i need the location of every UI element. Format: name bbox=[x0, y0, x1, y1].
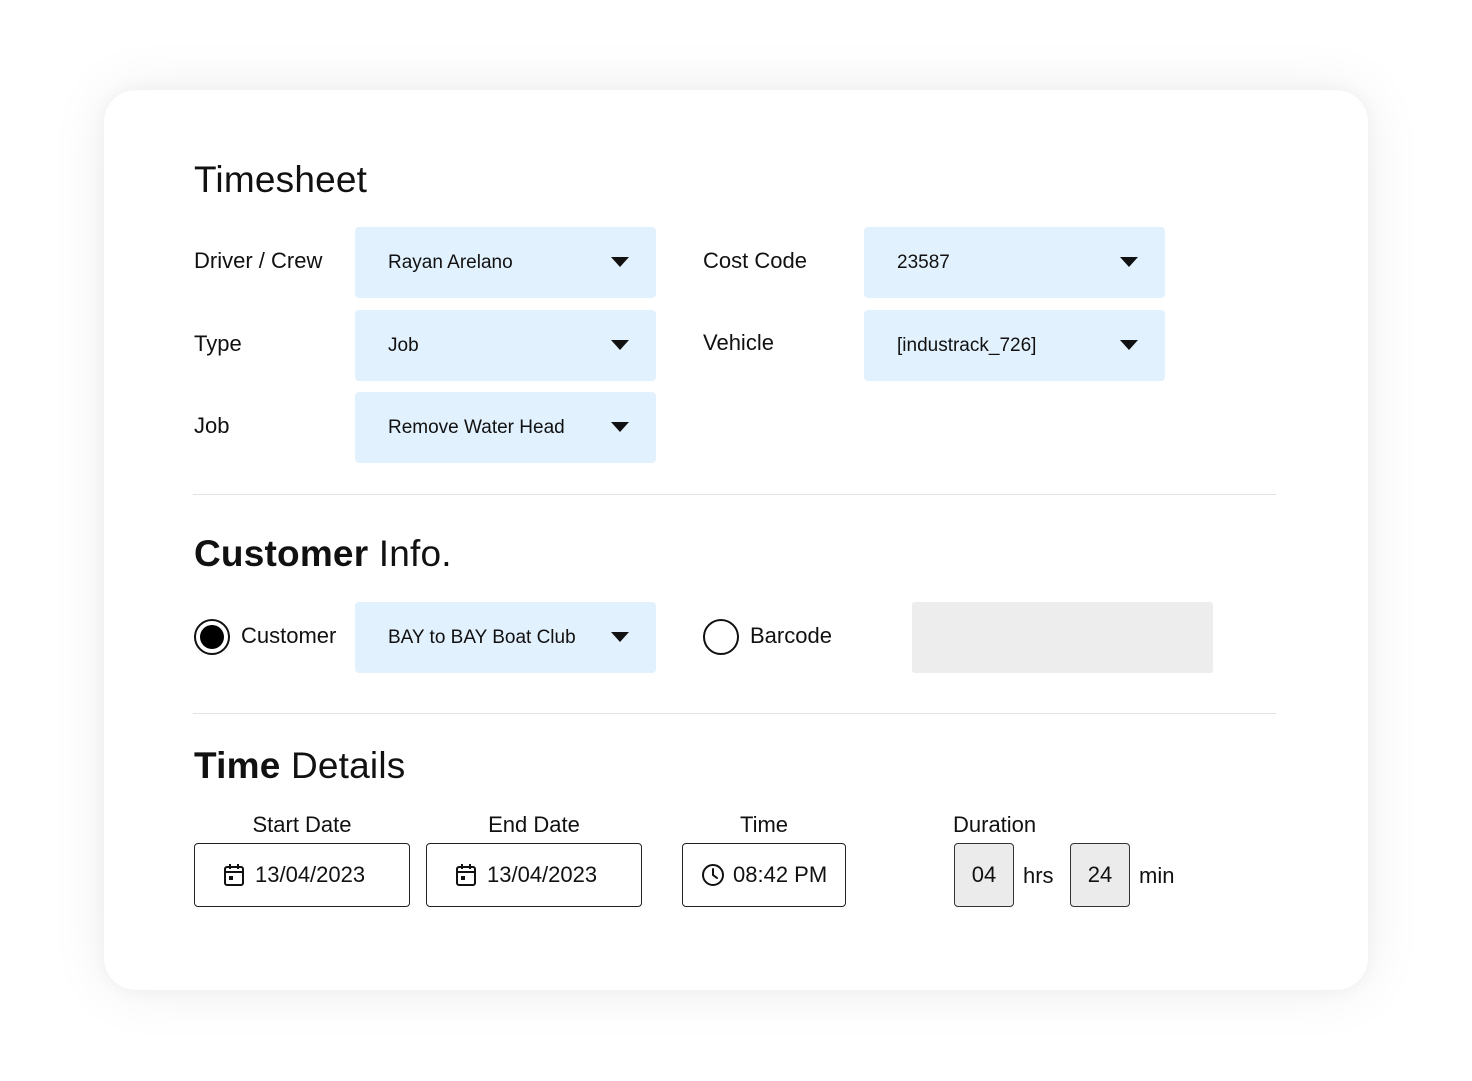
chevron-down-icon bbox=[611, 632, 629, 642]
minutes-unit-label: min bbox=[1139, 863, 1175, 888]
calendar-icon bbox=[456, 864, 476, 886]
hours-unit-label: hrs bbox=[1023, 863, 1054, 888]
customer-info-title-rest: Info. bbox=[368, 533, 452, 574]
customer-radio-label[interactable]: Customer bbox=[241, 625, 336, 647]
time-details-title-bold: Time bbox=[194, 745, 281, 786]
time-label: Time bbox=[739, 812, 789, 837]
vehicle-select[interactable]: [industrack_726] bbox=[864, 310, 1165, 381]
section-divider bbox=[193, 713, 1276, 714]
start-date-label: Start Date bbox=[252, 812, 352, 837]
type-label: Type bbox=[194, 331, 242, 356]
cost-code-select[interactable]: 23587 bbox=[864, 227, 1165, 298]
chevron-down-icon bbox=[1120, 257, 1138, 267]
barcode-input[interactable] bbox=[912, 602, 1213, 673]
job-value: Remove Water Head bbox=[388, 417, 565, 438]
time-value: 08:42 PM bbox=[733, 862, 828, 887]
clock-icon bbox=[702, 864, 724, 886]
end-date-value: 13/04/2023 bbox=[487, 862, 598, 887]
driver-crew-label: Driver / Crew bbox=[194, 248, 323, 273]
barcode-radio[interactable] bbox=[703, 619, 739, 655]
customer-radio[interactable] bbox=[194, 619, 230, 655]
end-date-field[interactable]: 13/04/2023 bbox=[426, 843, 642, 907]
chevron-down-icon bbox=[611, 422, 629, 432]
customer-info-title: Customer Info. bbox=[194, 535, 452, 572]
start-date-value: 13/04/2023 bbox=[255, 862, 366, 887]
driver-crew-value: Rayan Arelano bbox=[388, 252, 513, 273]
duration-hours-input[interactable]: 04 bbox=[954, 843, 1014, 907]
customer-value: BAY to BAY Boat Club bbox=[388, 627, 576, 648]
cost-code-label: Cost Code bbox=[703, 248, 807, 273]
timesheet-title: Timesheet bbox=[194, 159, 368, 200]
chevron-down-icon bbox=[611, 340, 629, 350]
vehicle-label: Vehicle bbox=[703, 330, 774, 355]
job-select[interactable]: Remove Water Head bbox=[355, 392, 656, 463]
start-date-field[interactable]: 13/04/2023 bbox=[194, 843, 410, 907]
customer-info-title-bold: Customer bbox=[194, 533, 369, 574]
radio-selected-dot bbox=[200, 625, 224, 649]
time-details-title-rest: Details bbox=[280, 745, 406, 786]
timesheet-card: Timesheet Driver / Crew Rayan Arelano Co… bbox=[104, 90, 1368, 990]
customer-select[interactable]: BAY to BAY Boat Club bbox=[355, 602, 656, 673]
cost-code-value: 23587 bbox=[897, 252, 950, 273]
type-value: Job bbox=[388, 335, 419, 356]
time-field[interactable]: 08:42 PM bbox=[682, 843, 846, 907]
duration-minutes-input[interactable]: 24 bbox=[1070, 843, 1130, 907]
chevron-down-icon bbox=[611, 257, 629, 267]
job-label: Job bbox=[194, 413, 230, 438]
chevron-down-icon bbox=[1120, 340, 1138, 350]
vehicle-value: [industrack_726] bbox=[897, 335, 1037, 356]
section-divider bbox=[193, 494, 1276, 495]
time-details-title: Time Details bbox=[194, 747, 405, 784]
calendar-icon bbox=[224, 864, 244, 886]
type-select[interactable]: Job bbox=[355, 310, 656, 381]
driver-crew-select[interactable]: Rayan Arelano bbox=[355, 227, 656, 298]
end-date-label: End Date bbox=[488, 812, 580, 837]
duration-label: Duration bbox=[953, 812, 1037, 837]
barcode-radio-label[interactable]: Barcode bbox=[750, 625, 832, 647]
